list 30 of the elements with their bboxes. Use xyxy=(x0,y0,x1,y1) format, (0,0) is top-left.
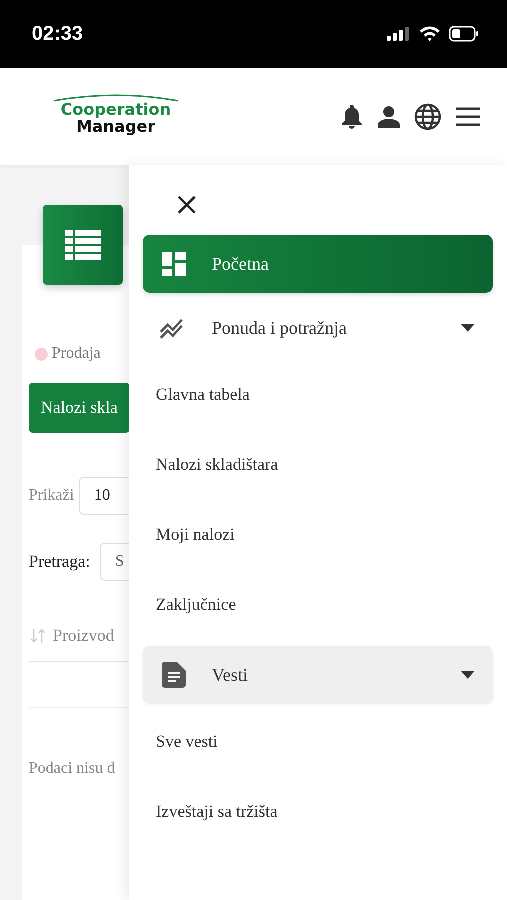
show-label: Prikaži xyxy=(29,487,74,505)
search-field[interactable]: S xyxy=(100,543,129,581)
menu-item[interactable]: Početna xyxy=(143,235,493,293)
submenu-link[interactable]: Nalozi skladištara xyxy=(143,430,493,500)
menu-item[interactable]: Ponuda i potražnja xyxy=(143,299,493,357)
wifi-icon xyxy=(419,26,441,42)
logo[interactable]: Cooperation Manager xyxy=(52,94,180,136)
search-label: Pretraga: xyxy=(29,552,90,572)
orders-button[interactable]: Nalozi skla xyxy=(29,383,129,433)
submenu-link[interactable]: Zaključnice xyxy=(143,570,493,640)
submenu-link[interactable]: Izveštaji sa tržišta xyxy=(143,777,493,847)
empty-table-message: Podaci nisu d xyxy=(29,760,116,778)
close-icon[interactable] xyxy=(177,195,197,215)
document-icon xyxy=(160,662,188,688)
submenu-link[interactable]: Sve vesti xyxy=(143,707,493,777)
globe-icon[interactable] xyxy=(414,102,442,130)
bell-icon[interactable] xyxy=(340,104,364,130)
clock-time: 02:33 xyxy=(32,22,84,46)
legend-label: Prodaja xyxy=(52,345,101,363)
submenu-link[interactable]: Glavna tabela xyxy=(143,360,493,430)
menu-item[interactable]: Vesti xyxy=(143,646,493,704)
caret-icon xyxy=(461,324,475,332)
dashboard-icon xyxy=(160,252,188,276)
submenu-link[interactable]: Moji nalozi xyxy=(143,500,493,570)
menu-icon[interactable] xyxy=(455,106,481,126)
caret-icon xyxy=(461,671,475,679)
signal-icon xyxy=(387,27,411,41)
battery-icon xyxy=(449,26,479,42)
user-icon[interactable] xyxy=(377,106,401,128)
column-header[interactable]: Proizvod xyxy=(53,626,114,646)
